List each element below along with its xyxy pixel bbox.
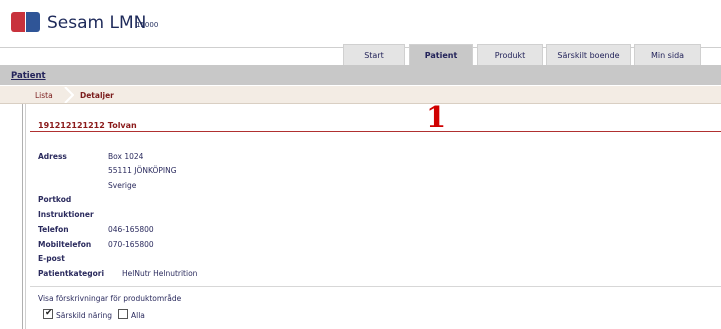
tab-min-sida[interactable]: Min sida xyxy=(634,44,701,65)
sarskild-naring-label: Särskild näring xyxy=(56,311,113,320)
adress-label: Adress xyxy=(38,152,67,161)
mobiltelefon-label: Mobiltelefon xyxy=(38,240,92,249)
tab-patient[interactable]: Patient xyxy=(409,44,473,65)
tab-start[interactable]: Start xyxy=(343,44,405,65)
alla-checkbox[interactable] xyxy=(118,309,128,319)
section-bar: Patient xyxy=(0,65,721,85)
patient-name: Tolvan xyxy=(107,121,137,130)
logo-icon xyxy=(11,12,41,33)
adress-line2: 55111 JÖNKÖPING xyxy=(108,166,177,175)
breadcrumb-lista[interactable]: Lista xyxy=(35,91,53,100)
filter-heading: Visa förskrivningar för produktområde xyxy=(38,294,182,303)
epost-label: E-post xyxy=(38,254,65,263)
adress-line3: Sverige xyxy=(108,181,137,190)
instruktioner-label: Instruktioner xyxy=(38,210,94,219)
app-header: Sesam LMN 15000 xyxy=(0,0,721,48)
mobiltelefon-value: 070-165800 xyxy=(108,240,154,249)
tab-produkt[interactable]: Produkt xyxy=(477,44,543,65)
patient-id: 191212121212 xyxy=(38,121,105,130)
app-title: Sesam LMN xyxy=(47,13,147,33)
alla-label: Alla xyxy=(131,311,145,320)
section-divider xyxy=(30,286,721,287)
page-title-link[interactable]: Patient xyxy=(11,71,46,81)
patientkategori-label: Patientkategori xyxy=(38,269,105,278)
heading-divider xyxy=(30,131,721,132)
breadcrumb: Lista Detaljer xyxy=(0,86,721,104)
content-frame xyxy=(22,104,26,329)
sarskild-naring-checkbox[interactable]: ✔ xyxy=(43,308,53,319)
patient-heading: 191212121212 Tolvan xyxy=(38,121,137,130)
telefon-value: 046-165800 xyxy=(108,225,154,234)
portkod-label: Portkod xyxy=(38,195,72,204)
app-code: 15000 xyxy=(136,21,159,29)
telefon-label: Telefon xyxy=(38,225,69,234)
breadcrumb-detaljer: Detaljer xyxy=(80,91,114,100)
checkmark-icon: ✔ xyxy=(45,308,53,318)
chevron-right-icon xyxy=(64,87,74,103)
patientkategori-value: HelNutr Helnutrition xyxy=(122,269,198,278)
tab-sarskilt-boende[interactable]: Särskilt boende xyxy=(546,44,631,65)
adress-line1: Box 1024 xyxy=(108,152,144,161)
annotation-marker: 1 xyxy=(426,100,447,134)
